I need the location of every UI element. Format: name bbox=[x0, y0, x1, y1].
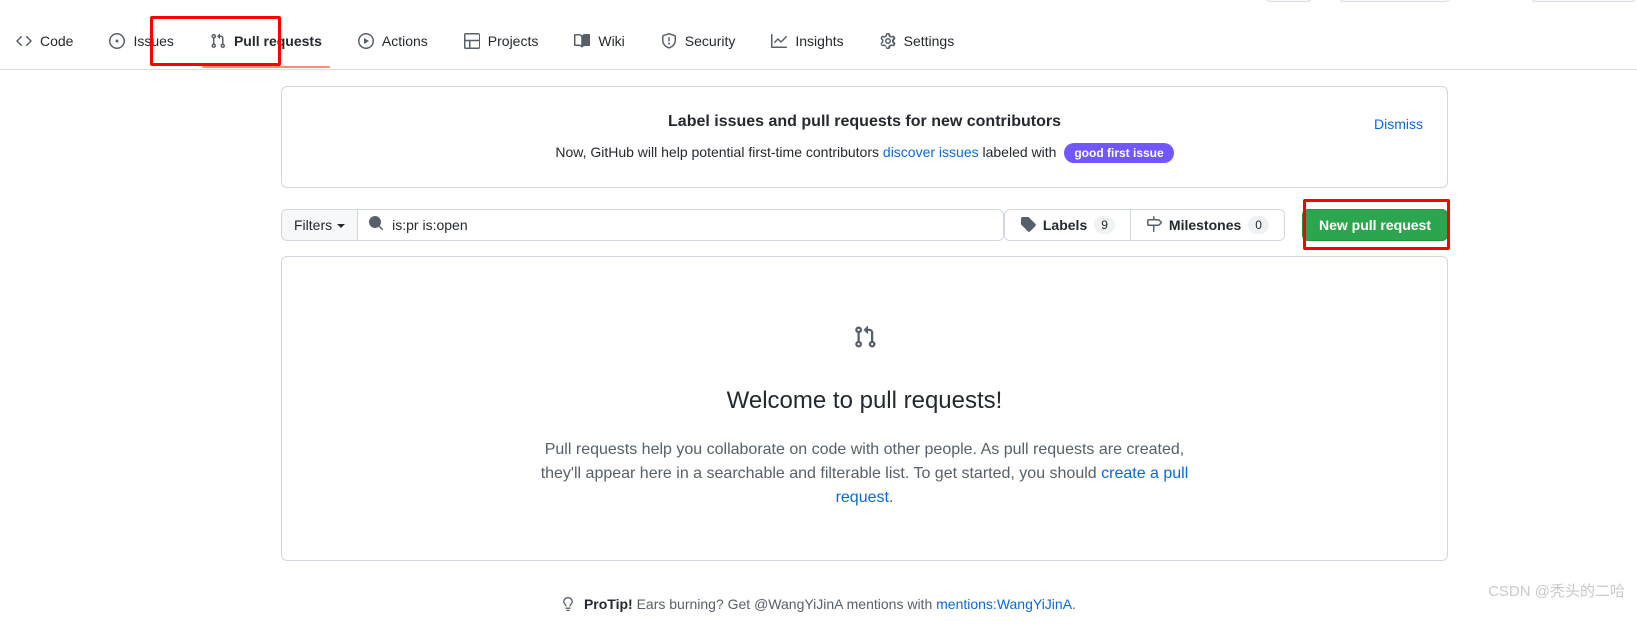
nav-item-label: Settings bbox=[903, 32, 955, 49]
banner-sub-before: Now, GitHub will help potential first-ti… bbox=[555, 144, 883, 160]
nav-item-label: Code bbox=[40, 32, 74, 49]
protip-text-before: Ears burning? Get @WangYiJinA mentions w… bbox=[632, 596, 937, 612]
labels-count: 9 bbox=[1094, 216, 1115, 234]
filter-search-group: Filters bbox=[281, 209, 1004, 241]
repo-nav: Code Issues Pull requests Actions Projec… bbox=[0, 12, 1637, 70]
light-bulb-icon bbox=[561, 597, 579, 614]
github-pull-requests-page: Code Issues Pull requests Actions Projec… bbox=[0, 0, 1637, 635]
nav-item-label: Wiki bbox=[598, 32, 625, 49]
partial-button-2[interactable] bbox=[1338, 0, 1451, 2]
nav-item-label: Pull requests bbox=[233, 32, 322, 49]
content-column: Label issues and pull requests for new c… bbox=[281, 86, 1448, 188]
nav-item-projects[interactable]: Projects bbox=[448, 24, 555, 58]
labels-button[interactable]: Labels 9 bbox=[1004, 210, 1130, 240]
protip-label: ProTip! bbox=[583, 596, 633, 612]
nav-item-security[interactable]: Security bbox=[645, 24, 752, 58]
blank-state-title: Welcome to pull requests! bbox=[726, 387, 1003, 414]
nav-item-label: Security bbox=[684, 32, 736, 49]
nav-item-insights[interactable]: Insights bbox=[755, 24, 859, 58]
git-pull-request-large-icon bbox=[853, 325, 877, 354]
banner-subtitle: Now, GitHub will help potential first-ti… bbox=[298, 142, 1431, 164]
search-input[interactable] bbox=[392, 217, 993, 233]
nav-item-label: Issues bbox=[133, 32, 174, 49]
contributors-banner: Label issues and pull requests for new c… bbox=[281, 86, 1448, 188]
top-partial-button-strip bbox=[0, 0, 1637, 12]
nav-item-actions[interactable]: Actions bbox=[342, 24, 444, 58]
book-icon bbox=[574, 33, 591, 49]
protip-mentions-link[interactable]: mentions:WangYiJinA bbox=[936, 596, 1072, 612]
nav-item-label: Insights bbox=[795, 32, 844, 49]
nav-item-wiki[interactable]: Wiki bbox=[558, 24, 640, 58]
banner-title: Label issues and pull requests for new c… bbox=[668, 113, 1061, 130]
chevron-down-icon bbox=[337, 224, 346, 228]
blank-desc-before: Pull requests help you collaborate on co… bbox=[540, 441, 1185, 482]
play-icon bbox=[357, 32, 374, 49]
milestones-count: 0 bbox=[1248, 216, 1269, 234]
filter-bar: Filters Labels 9 bbox=[281, 209, 1448, 241]
csdn-watermark: CSDN @秃头的二哈 bbox=[1488, 583, 1625, 600]
nav-item-pull-requests[interactable]: Pull requests bbox=[194, 24, 338, 68]
graph-icon bbox=[771, 33, 788, 49]
partial-button-3[interactable] bbox=[1530, 0, 1637, 2]
nav-item-issues[interactable]: Issues bbox=[93, 24, 189, 58]
shield-icon bbox=[661, 32, 677, 49]
issue-opened-icon bbox=[109, 32, 126, 49]
good-first-issue-label[interactable]: good first issue bbox=[1064, 143, 1174, 164]
milestone-icon bbox=[1146, 215, 1162, 235]
nav-item-label: Projects bbox=[487, 32, 539, 49]
filters-dropdown-label: Filters bbox=[294, 217, 333, 233]
filters-dropdown-button[interactable]: Filters bbox=[282, 210, 359, 240]
milestones-button-label: Milestones bbox=[1168, 217, 1242, 233]
discover-issues-link[interactable]: discover issues bbox=[883, 144, 979, 160]
new-pull-request-button[interactable]: New pull request bbox=[1301, 209, 1448, 241]
nav-item-settings[interactable]: Settings bbox=[864, 24, 971, 58]
search-icon bbox=[368, 215, 384, 236]
gear-icon bbox=[880, 32, 896, 49]
git-pull-request-icon bbox=[210, 33, 226, 49]
banner-sub-middle: labeled with bbox=[978, 144, 1061, 160]
blank-desc-after: . bbox=[888, 489, 894, 506]
blank-state-description: Pull requests help you collaborate on co… bbox=[535, 438, 1195, 510]
labels-milestones-group: Labels 9 Milestones 0 bbox=[1003, 209, 1285, 241]
nav-item-label: Actions bbox=[381, 32, 428, 49]
dismiss-banner-link[interactable]: Dismiss bbox=[1374, 116, 1423, 132]
protip-text-after: . bbox=[1072, 596, 1076, 612]
labels-button-label: Labels bbox=[1042, 217, 1088, 233]
nav-item-code[interactable]: Code bbox=[0, 24, 89, 58]
milestones-button[interactable]: Milestones 0 bbox=[1129, 210, 1284, 240]
pull-requests-blank-state: Welcome to pull requests! Pull requests … bbox=[281, 256, 1448, 561]
partial-button-1[interactable] bbox=[1265, 0, 1313, 2]
filter-actions-group: Labels 9 Milestones 0 New pull request bbox=[1003, 209, 1448, 241]
protip-footer: ProTip! Ears burning? Get @WangYiJinA me… bbox=[0, 594, 1637, 616]
tag-icon bbox=[1020, 216, 1036, 235]
table-icon bbox=[463, 32, 480, 49]
search-field-wrapper[interactable] bbox=[358, 210, 1003, 240]
repo-nav-list: Code Issues Pull requests Actions Projec… bbox=[0, 12, 974, 69]
code-icon bbox=[16, 33, 32, 49]
